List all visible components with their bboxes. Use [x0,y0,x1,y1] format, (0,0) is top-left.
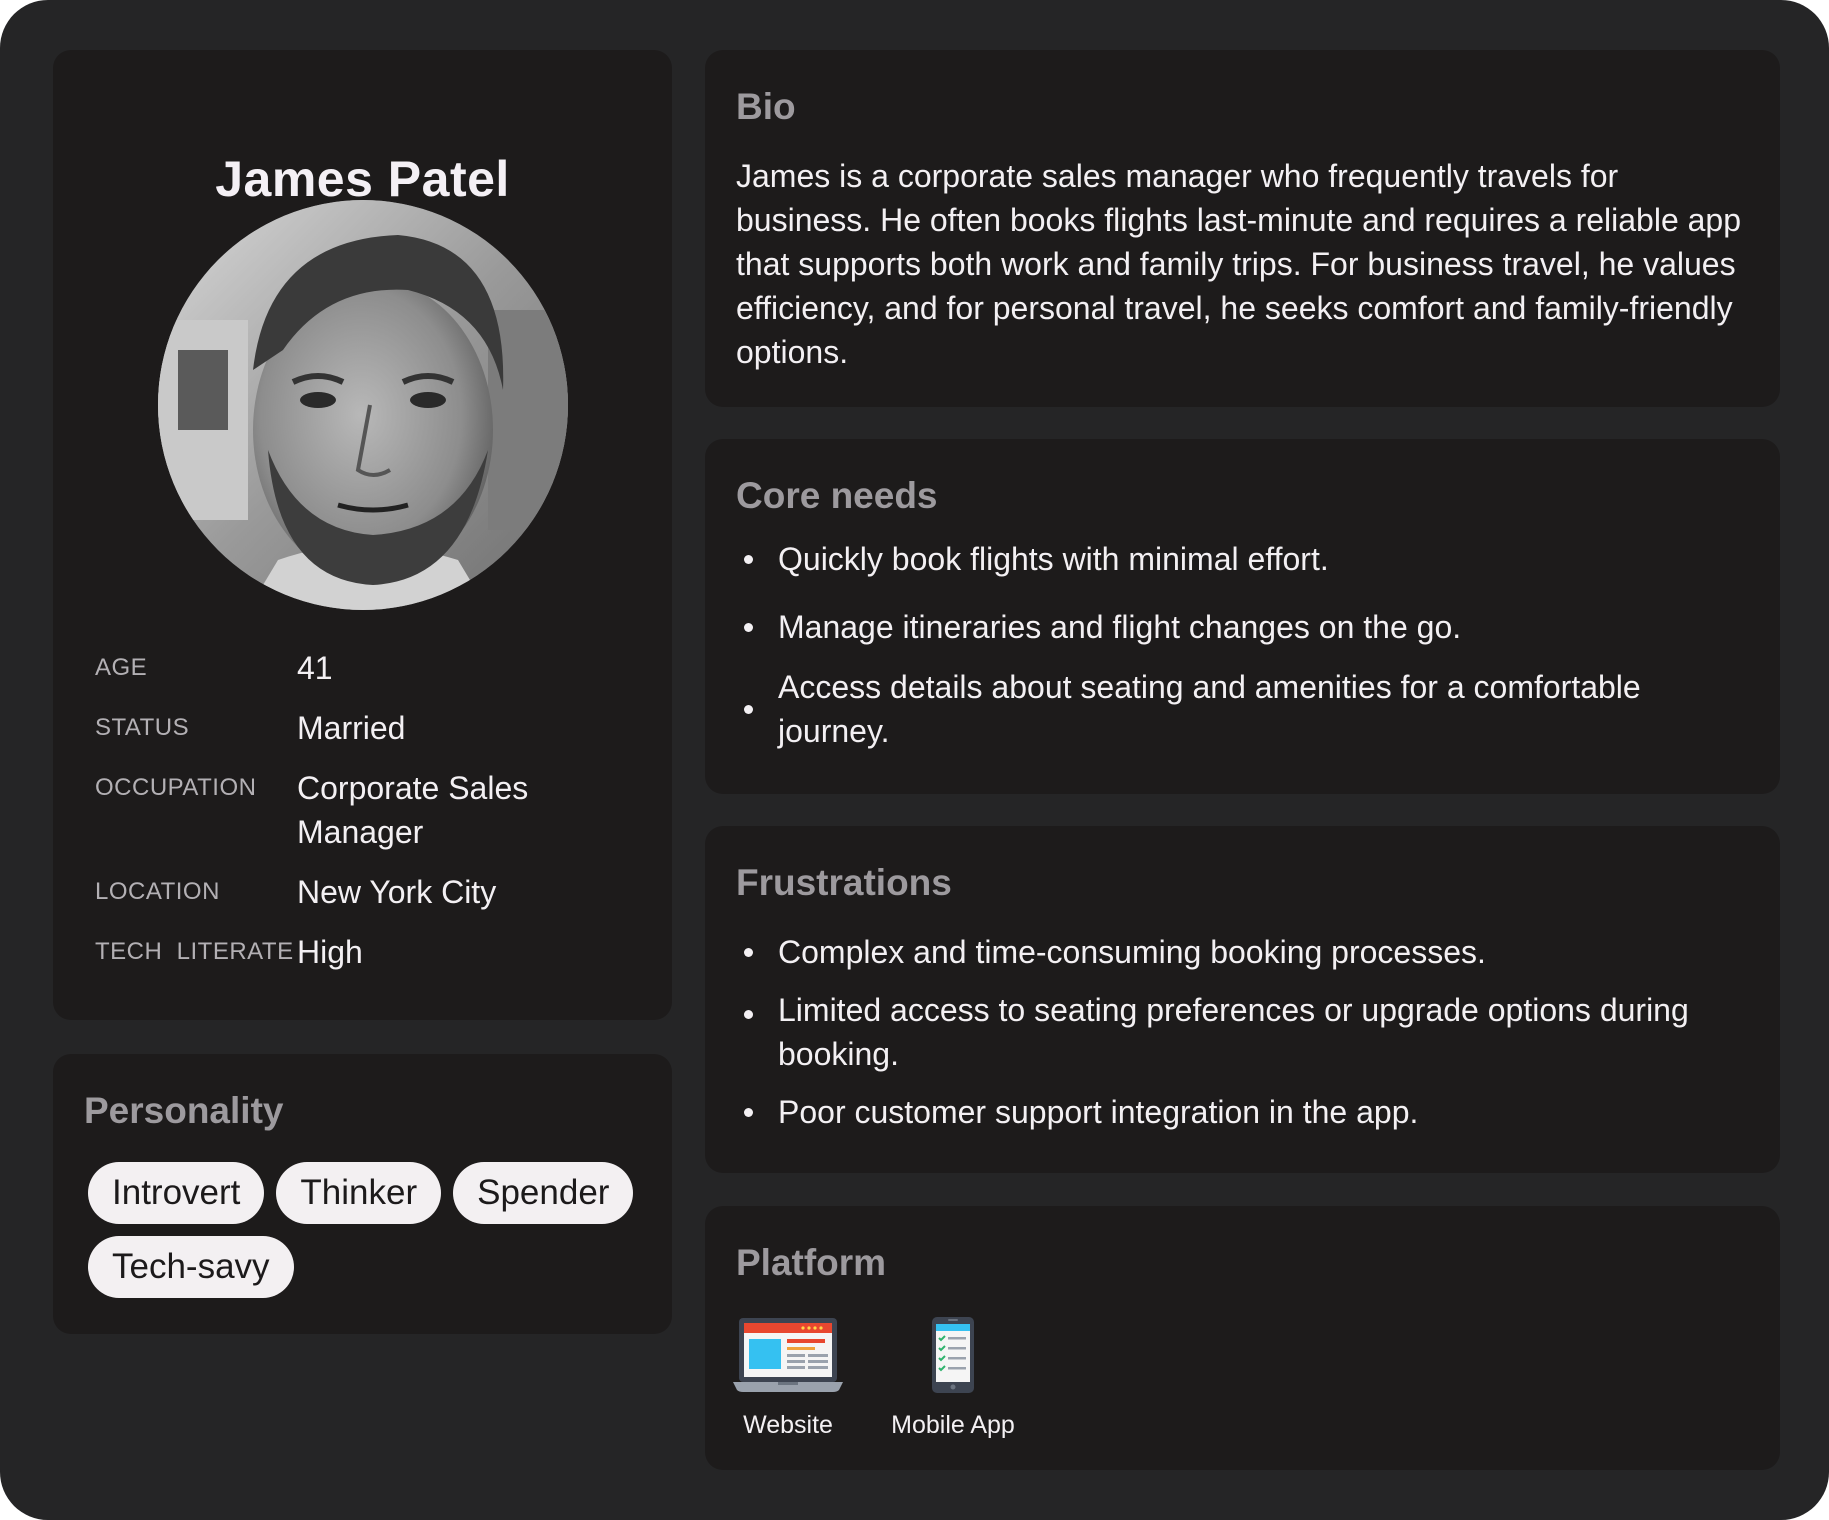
platform-mobile-app-label: Mobile App [891,1411,1015,1439]
status-value: Married [297,710,406,746]
bio-card: Bio James is a corporate sales manager w… [705,50,1780,407]
core-needs-list: Quickly book flights with minimal effort… [736,537,1746,769]
status-label: STATUS [95,714,190,741]
list-item: Complex and time-consuming booking proce… [736,930,1746,974]
bio-text: James is a corporate sales manager who f… [736,158,1742,370]
mobile-app-icon [932,1317,974,1393]
frustrations-card: Frustrations Complex and time-consuming … [705,826,1780,1173]
platform-mobile-app: Mobile App [888,1316,1018,1440]
personality-card: Personality Introvert Thinker Spender Te… [53,1054,672,1334]
location-value: New York City [297,874,497,910]
list-item: Manage itineraries and flight changes on… [736,605,1746,649]
list-item: Quickly book flights with minimal effort… [736,537,1746,581]
bullet-icon [744,705,753,714]
tag-introvert: Introvert [88,1162,265,1224]
avatar [158,200,568,610]
personality-title: Personality [84,1090,284,1131]
tech-literate-value: High [297,934,363,970]
platform-card: Platform Website Mobile App [705,1206,1780,1470]
age-label: AGE [95,654,148,681]
frustrations-title: Frustrations [736,862,952,903]
core-needs-card: Core needs Quickly book flights with min… [705,439,1780,794]
bullet-icon [744,948,753,957]
location-label: LOCATION [95,878,220,905]
age-value: 41 [297,650,333,686]
bio-title: Bio [736,86,796,127]
list-item: Access details about seating and ameniti… [736,665,1746,753]
personality-tags: Introvert Thinker Spender Tech-savy [88,1162,648,1298]
laptop-website-icon [733,1318,843,1392]
platform-title: Platform [736,1242,887,1283]
persona-frame: James Patel AGE 41 STATUS Married OCCUPA… [0,0,1829,1520]
tech-literate-label: TECH LITERATE [95,938,294,965]
occupation-label: OCCUPATION [95,774,257,801]
avatar-photo [158,200,568,610]
occupation-value: Corporate Sales Manager [297,770,529,850]
list-item: Limited access to seating preferences or… [736,988,1746,1076]
platform-website: Website [733,1316,843,1440]
list-item: Poor customer support integration in the… [736,1090,1746,1134]
tag-thinker: Thinker [276,1162,442,1224]
profile-card: James Patel AGE 41 STATUS Married OCCUPA… [53,50,672,1020]
core-needs-title: Core needs [736,475,938,516]
bullet-icon [744,1010,753,1019]
bullet-icon [744,1108,753,1117]
tag-spender: Spender [453,1162,634,1224]
platform-website-label: Website [743,1411,833,1439]
bullet-icon [744,555,753,564]
tag-tech-savy: Tech-savy [88,1236,294,1298]
frustrations-list: Complex and time-consuming booking proce… [736,930,1746,1150]
bullet-icon [744,623,753,632]
